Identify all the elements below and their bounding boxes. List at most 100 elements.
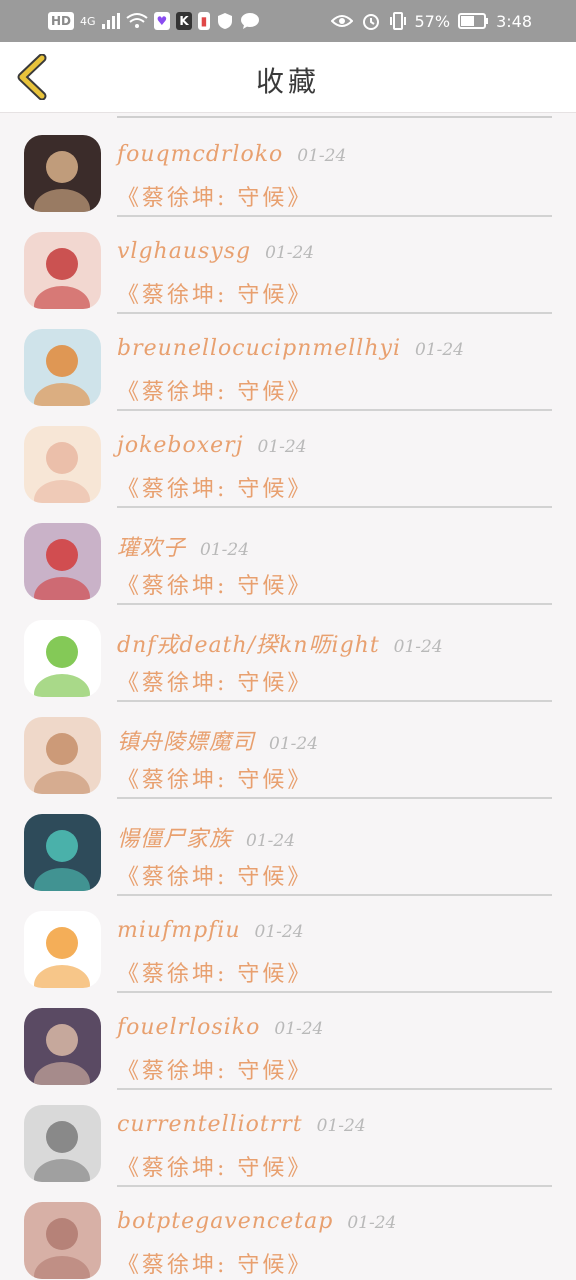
user-name[interactable]: currentelliotrrt (117, 1112, 303, 1137)
user-name[interactable]: fouelrlosiko (117, 1015, 260, 1040)
eye-icon (330, 15, 353, 27)
song-title[interactable]: 《蔡徐坤: 守候》 (117, 471, 312, 503)
list-item[interactable]: botptegavencetap 01-24 《蔡徐坤: 守候》 (0, 1183, 576, 1280)
avatar[interactable] (24, 911, 101, 988)
app-k-icon: K (176, 12, 192, 30)
name-row: breunellocucipnmellhyi 01-24 (117, 336, 464, 361)
name-row: 瓘欢子 01-24 (117, 530, 249, 562)
item-date: 01-24 (257, 437, 307, 457)
user-name[interactable]: miufmpfiu (117, 918, 241, 943)
vibrate-icon (389, 12, 406, 30)
item-date: 01-24 (265, 243, 315, 263)
hd-badge: HD (48, 12, 75, 30)
page-title: 收藏 (255, 65, 320, 98)
status-right: 57% 3:48 (330, 10, 532, 32)
name-row: 愓僵尸家族 01-24 (117, 821, 295, 853)
user-name[interactable]: vlghausysg (117, 239, 251, 264)
list-item[interactable]: dnf戎death/揆kn呖ight 01-24 《蔡徐坤: 守候》 (0, 601, 576, 702)
avatar-image (34, 539, 90, 600)
user-name[interactable]: botptegavencetap (117, 1209, 333, 1234)
shield-icon (218, 13, 233, 29)
avatar[interactable] (24, 135, 101, 212)
avatar[interactable] (24, 717, 101, 794)
avatar-image (34, 1024, 90, 1085)
avatar[interactable] (24, 426, 101, 503)
list-item[interactable]: 镇舟陵嫖魔司 01-24 《蔡徐坤: 守候》 (0, 698, 576, 799)
app-heart-icon: ♥ (153, 12, 171, 30)
song-title[interactable]: 《蔡徐坤: 守候》 (117, 859, 312, 891)
battery-icon (458, 13, 489, 29)
avatar[interactable] (24, 232, 101, 309)
item-date: 01-24 (414, 340, 464, 360)
avatar[interactable] (24, 329, 101, 406)
avatar-image (34, 442, 90, 503)
avatar-image (34, 830, 90, 891)
battery-percent: 57% (414, 11, 451, 31)
item-date: 01-24 (297, 146, 347, 166)
name-row: fouelrlosiko 01-24 (117, 1015, 323, 1040)
song-title[interactable]: 《蔡徐坤: 守候》 (117, 1247, 312, 1279)
avatar[interactable] (24, 814, 101, 891)
avatar[interactable] (24, 1202, 101, 1279)
item-date: 01-24 (200, 540, 250, 560)
avatar[interactable] (24, 1008, 101, 1085)
chat-icon (241, 13, 260, 29)
avatar-image (34, 1218, 90, 1279)
list-item[interactable]: currentelliotrrt 01-24 《蔡徐坤: 守候》 (0, 1086, 576, 1187)
avatar[interactable] (24, 1105, 101, 1182)
user-name[interactable]: 愓僵尸家族 (117, 821, 232, 853)
avatar-image (34, 733, 90, 794)
name-row: jokeboxerj 01-24 (117, 433, 307, 458)
app-book-icon: ▮ (197, 12, 211, 30)
list-item[interactable]: fouelrlosiko 01-24 《蔡徐坤: 守候》 (0, 989, 576, 1090)
item-date: 01-24 (347, 1213, 397, 1233)
list-item[interactable]: miufmpfiu 01-24 《蔡徐坤: 守候》 (0, 892, 576, 993)
item-date: 01-24 (269, 734, 319, 754)
song-title[interactable]: 《蔡徐坤: 守候》 (117, 374, 312, 406)
name-row: fouqmcdrloko 01-24 (117, 142, 346, 167)
name-row: 镇舟陵嫖魔司 01-24 (117, 724, 318, 756)
status-left: HD 4G ♥ K ▮ (48, 10, 260, 32)
item-date: 01-24 (393, 637, 443, 657)
item-date: 01-24 (246, 831, 296, 851)
name-row: vlghausysg 01-24 (117, 239, 314, 264)
list-item[interactable]: jokeboxerj 01-24 《蔡徐坤: 守候》 (0, 407, 576, 508)
app-header: 收藏 (0, 42, 576, 113)
song-title[interactable]: 《蔡徐坤: 守候》 (117, 762, 312, 794)
name-row: miufmpfiu 01-24 (117, 918, 304, 943)
song-title[interactable]: 《蔡徐坤: 守候》 (117, 1150, 312, 1182)
song-title[interactable]: 《蔡徐坤: 守候》 (117, 180, 312, 212)
user-name[interactable]: fouqmcdrloko (117, 142, 283, 167)
user-name[interactable]: breunellocucipnmellhyi (117, 336, 401, 361)
wifi-icon (125, 13, 148, 28)
clock: 3:48 (496, 11, 532, 31)
network-type-label: 4G (80, 14, 96, 28)
signal-icon (101, 13, 120, 29)
user-name[interactable]: jokeboxerj (117, 433, 244, 458)
name-row: dnf戎death/揆kn呖ight 01-24 (117, 627, 443, 659)
list-item[interactable]: 愓僵尸家族 01-24 《蔡徐坤: 守候》 (0, 795, 576, 896)
list-item[interactable]: fouqmcdrloko 01-24 《蔡徐坤: 守候》 (0, 116, 576, 217)
user-name[interactable]: 镇舟陵嫖魔司 (117, 724, 255, 756)
name-row: botptegavencetap 01-24 (117, 1209, 396, 1234)
song-title[interactable]: 《蔡徐坤: 守候》 (117, 277, 312, 309)
avatar-image (34, 636, 90, 697)
user-name[interactable]: dnf戎death/揆kn呖ight (117, 627, 380, 659)
list-item[interactable]: vlghausysg 01-24 《蔡徐坤: 守候》 (0, 213, 576, 314)
status-bar: HD 4G ♥ K ▮ 57% 3:48 (0, 0, 576, 42)
song-title[interactable]: 《蔡徐坤: 守候》 (117, 568, 312, 600)
alarm-icon (362, 14, 379, 30)
item-date: 01-24 (316, 1116, 366, 1136)
list-item[interactable]: 瓘欢子 01-24 《蔡徐坤: 守候》 (0, 504, 576, 605)
song-title[interactable]: 《蔡徐坤: 守候》 (117, 956, 312, 988)
avatar[interactable] (24, 620, 101, 697)
user-name[interactable]: 瓘欢子 (117, 530, 186, 562)
item-date: 01-24 (254, 922, 304, 942)
name-row: currentelliotrrt 01-24 (117, 1112, 366, 1137)
song-title[interactable]: 《蔡徐坤: 守候》 (117, 665, 312, 697)
avatar[interactable] (24, 523, 101, 600)
list-item[interactable]: breunellocucipnmellhyi 01-24 《蔡徐坤: 守候》 (0, 310, 576, 411)
favorites-list: fouqmcdrloko 01-24 《蔡徐坤: 守候》 vlghausysg 01-2… (0, 112, 576, 1280)
song-title[interactable]: 《蔡徐坤: 守候》 (117, 1053, 312, 1085)
item-date: 01-24 (274, 1019, 324, 1039)
